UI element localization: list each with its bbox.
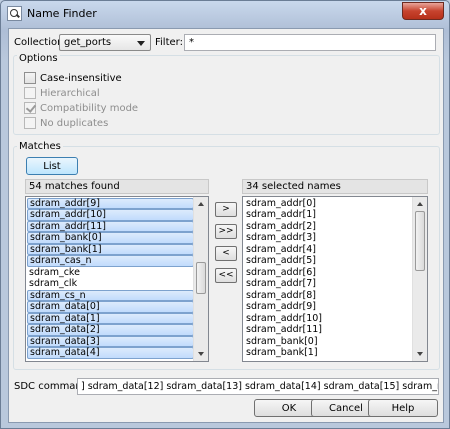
no-duplicates-label: No duplicates bbox=[40, 118, 109, 129]
filter-label: Filter: bbox=[155, 37, 183, 48]
options-title: Options bbox=[17, 53, 60, 64]
remove-selected-button[interactable]: < bbox=[215, 246, 237, 261]
sdc-command-field[interactable]: ] sdram_data[12] sdram_data[13] sdram_da… bbox=[77, 378, 439, 395]
remove-all-button[interactable]: << bbox=[215, 268, 237, 283]
case-insensitive-checkbox[interactable] bbox=[24, 72, 36, 84]
list-item[interactable]: sdram_addr[8] bbox=[244, 290, 322, 301]
list-item[interactable]: sdram_data[2] bbox=[27, 324, 194, 336]
scroll-down-icon[interactable] bbox=[417, 352, 423, 356]
hierarchical-label: Hierarchical bbox=[40, 88, 100, 99]
scroll-thumb[interactable] bbox=[196, 262, 206, 294]
name-finder-window: Name Finder x Collection: get_ports Filt… bbox=[0, 0, 450, 429]
matches-list[interactable]: sdram_addr[9] sdram_addr[10] sdram_addr[11… bbox=[25, 196, 209, 362]
list-button[interactable]: List bbox=[26, 157, 78, 175]
close-button[interactable]: x bbox=[402, 2, 444, 20]
compatibility-mode-label: Compatibility mode bbox=[40, 103, 139, 114]
list-item[interactable]: sdram_bank[0] bbox=[244, 336, 322, 347]
selected-names-list[interactable]: sdram_addr[0] sdram_addr[1] sdram_addr[2] s… bbox=[242, 196, 428, 362]
list-item[interactable]: sdram_addr[10] bbox=[27, 209, 194, 221]
window-title: Name Finder bbox=[27, 7, 97, 20]
help-button[interactable]: Help bbox=[368, 399, 438, 417]
list-item[interactable]: sdram_cs_n bbox=[27, 289, 194, 302]
matches-found-header: 54 matches found bbox=[25, 179, 209, 194]
compatibility-mode-checkbox[interactable] bbox=[24, 102, 36, 114]
scroll-up-icon[interactable] bbox=[198, 202, 204, 206]
collection-value: get_ports bbox=[64, 37, 112, 48]
list-item[interactable]: sdram_cas_n bbox=[27, 255, 194, 267]
list-item[interactable]: sdram_addr[0] bbox=[244, 198, 322, 209]
selected-scrollbar[interactable] bbox=[412, 197, 427, 361]
filter-input[interactable] bbox=[184, 34, 436, 51]
matches-scrollbar[interactable] bbox=[193, 197, 208, 361]
scroll-down-icon[interactable] bbox=[198, 352, 204, 356]
list-item[interactable]: sdram_addr[2] bbox=[244, 221, 322, 232]
scroll-up-icon[interactable] bbox=[417, 202, 423, 206]
magnifier-icon bbox=[7, 6, 22, 21]
list-item[interactable]: sdram_data[3] bbox=[27, 335, 194, 348]
add-all-button[interactable]: >> bbox=[215, 224, 237, 239]
list-item[interactable]: sdram_addr[9] bbox=[27, 198, 194, 210]
chevron-down-icon bbox=[137, 41, 145, 46]
case-insensitive-label: Case-insensitive bbox=[40, 73, 122, 84]
no-duplicates-checkbox[interactable] bbox=[24, 117, 36, 129]
list-item[interactable]: sdram_addr[9] bbox=[244, 301, 322, 312]
list-item[interactable]: sdram_addr[10] bbox=[244, 313, 322, 324]
list-item[interactable]: sdram_addr[4] bbox=[244, 244, 322, 255]
dialog-body: Collection: get_ports Filter: Options Ca… bbox=[8, 28, 444, 423]
collection-dropdown[interactable]: get_ports bbox=[59, 34, 151, 51]
add-selected-button[interactable]: > bbox=[215, 202, 237, 217]
list-item[interactable]: sdram_addr[5] bbox=[244, 255, 322, 266]
list-item[interactable]: sdram_addr[7] bbox=[244, 278, 322, 289]
list-item[interactable]: sdram_addr[11] bbox=[244, 324, 322, 335]
list-item[interactable]: sdram_data[4] bbox=[27, 347, 194, 359]
list-item[interactable]: sdram_clk bbox=[27, 278, 194, 289]
list-item[interactable]: sdram_bank[0] bbox=[27, 232, 194, 244]
list-item[interactable]: sdram_cke bbox=[27, 267, 194, 278]
list-item[interactable]: sdram_addr[1] bbox=[244, 209, 322, 220]
list-item[interactable]: sdram_addr[3] bbox=[244, 232, 322, 243]
list-item[interactable]: sdram_data[1] bbox=[27, 312, 194, 325]
list-item[interactable]: sdram_bank[1] bbox=[244, 347, 322, 358]
list-item[interactable]: sdram_bank[1] bbox=[27, 243, 194, 256]
list-item[interactable]: sdram_addr[6] bbox=[244, 267, 322, 278]
hierarchical-checkbox[interactable] bbox=[24, 87, 36, 99]
matches-title: Matches bbox=[17, 141, 63, 152]
title-bar[interactable]: Name Finder x bbox=[1, 1, 449, 27]
list-item[interactable]: sdram_data[0] bbox=[27, 301, 194, 313]
scroll-thumb[interactable] bbox=[415, 211, 425, 271]
selected-names-header: 34 selected names bbox=[242, 179, 428, 194]
list-item[interactable]: sdram_addr[11] bbox=[27, 220, 194, 233]
